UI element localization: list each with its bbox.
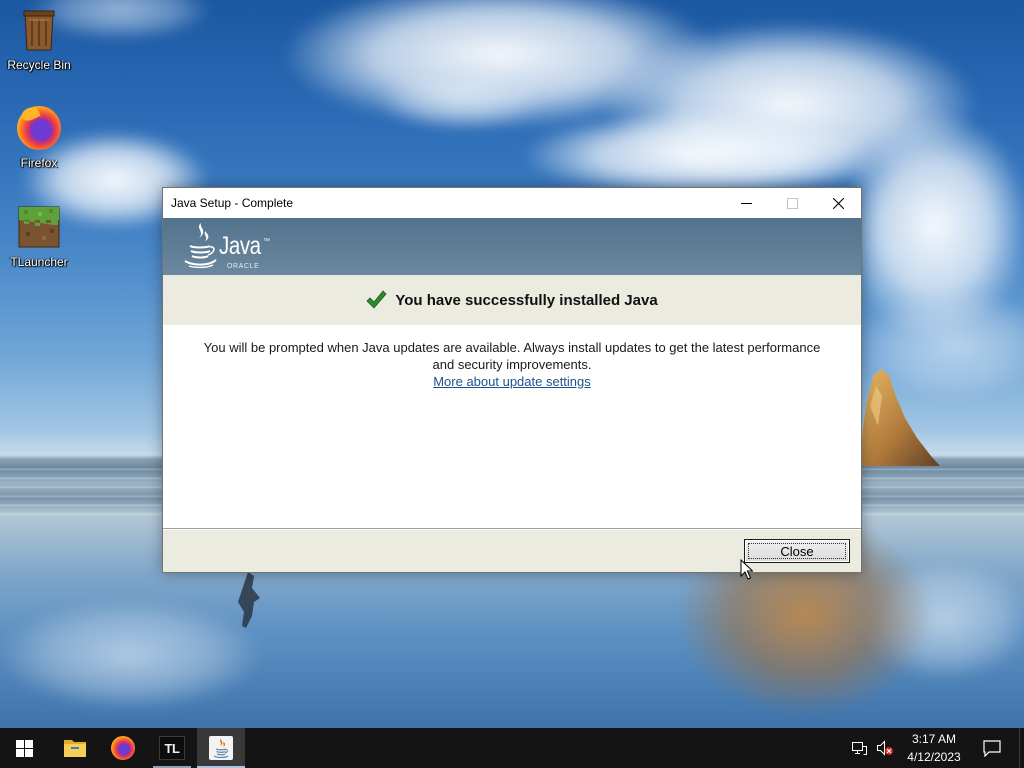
- volume-muted-icon: [877, 740, 893, 756]
- clock-date: 4/12/2023: [907, 750, 961, 764]
- cloud: [380, 70, 540, 130]
- mouse-cursor-icon: [740, 559, 753, 580]
- dialog-body: You will be prompted when Java updates a…: [163, 325, 861, 528]
- taskbar-clock[interactable]: 3:17 AM 4/12/2023: [898, 728, 970, 768]
- person-reflection: [238, 572, 260, 628]
- notification-button[interactable]: [978, 728, 1006, 768]
- taskbar: TL 3:17 AM 4/12/2023: [0, 728, 1024, 768]
- taskbar-app-java-setup[interactable]: [197, 728, 245, 768]
- update-settings-link[interactable]: More about update settings: [433, 373, 591, 390]
- windows-start-icon: [15, 739, 33, 757]
- show-desktop-button[interactable]: [1019, 728, 1024, 768]
- body-text-line: You will be prompted when Java updates a…: [203, 340, 821, 355]
- java-setup-icon: [209, 736, 233, 760]
- taskbar-app-firefox[interactable]: [99, 728, 147, 768]
- taskbar-app-file-explorer[interactable]: [51, 728, 99, 768]
- desktop-icon-label: TLauncher: [10, 255, 68, 269]
- oracle-logo-text: ORACLE: [227, 263, 260, 270]
- volume-button[interactable]: [875, 728, 895, 768]
- firefox-icon: [15, 104, 63, 152]
- network-button[interactable]: [850, 728, 870, 768]
- dialog-footer: Close: [163, 530, 861, 572]
- window-title: Java Setup - Complete: [171, 196, 294, 210]
- desktop-icon-label: Firefox: [20, 156, 58, 170]
- taskbar-app-tlauncher[interactable]: TL: [148, 728, 196, 768]
- file-explorer-icon: [64, 740, 86, 757]
- body-text-line: and security improvements.: [432, 357, 592, 372]
- network-icon: [852, 742, 867, 755]
- tlauncher-icon: [15, 203, 63, 251]
- firefox-icon: [111, 736, 135, 760]
- java-cup-icon: [184, 223, 217, 269]
- recycle-bin-icon: [15, 6, 63, 54]
- clock-time: 3:17 AM: [911, 732, 957, 746]
- success-message: You have successfully installed Java: [395, 291, 658, 309]
- start-button[interactable]: [0, 728, 48, 768]
- desktop-icon-label: Recycle Bin: [7, 58, 71, 72]
- notification-icon: [983, 739, 1001, 757]
- tlauncher-icon-text: TL: [164, 740, 180, 756]
- close-icon: [832, 197, 844, 209]
- desktop-icon-recycle-bin[interactable]: Recycle Bin: [1, 6, 77, 72]
- java-logo-text: Java: [219, 232, 261, 260]
- close-button[interactable]: Close: [744, 539, 850, 563]
- tlauncher-icon: TL: [159, 736, 185, 760]
- java-banner: Java ™ ORACLE: [163, 218, 861, 275]
- desktop-icon-tlauncher[interactable]: TLauncher: [1, 203, 77, 269]
- minimize-icon: [740, 202, 752, 204]
- desktop-icon-firefox[interactable]: Firefox: [1, 104, 77, 170]
- java-logo: Java ™ ORACLE: [183, 222, 293, 272]
- title-bar[interactable]: Java Setup - Complete: [163, 188, 861, 218]
- close-window-button[interactable]: [815, 188, 861, 218]
- success-strip: You have successfully installed Java: [163, 275, 861, 325]
- minimize-button[interactable]: [723, 188, 769, 218]
- java-setup-dialog: Java Setup - Complete Java ™ ORACLE You …: [162, 187, 862, 573]
- rock-formation: [860, 369, 940, 466]
- cloud-reflection: [0, 600, 260, 710]
- java-trademark: ™: [263, 238, 270, 245]
- maximize-icon: [786, 197, 798, 209]
- checkmark-icon: [366, 290, 387, 309]
- maximize-button[interactable]: [769, 188, 815, 218]
